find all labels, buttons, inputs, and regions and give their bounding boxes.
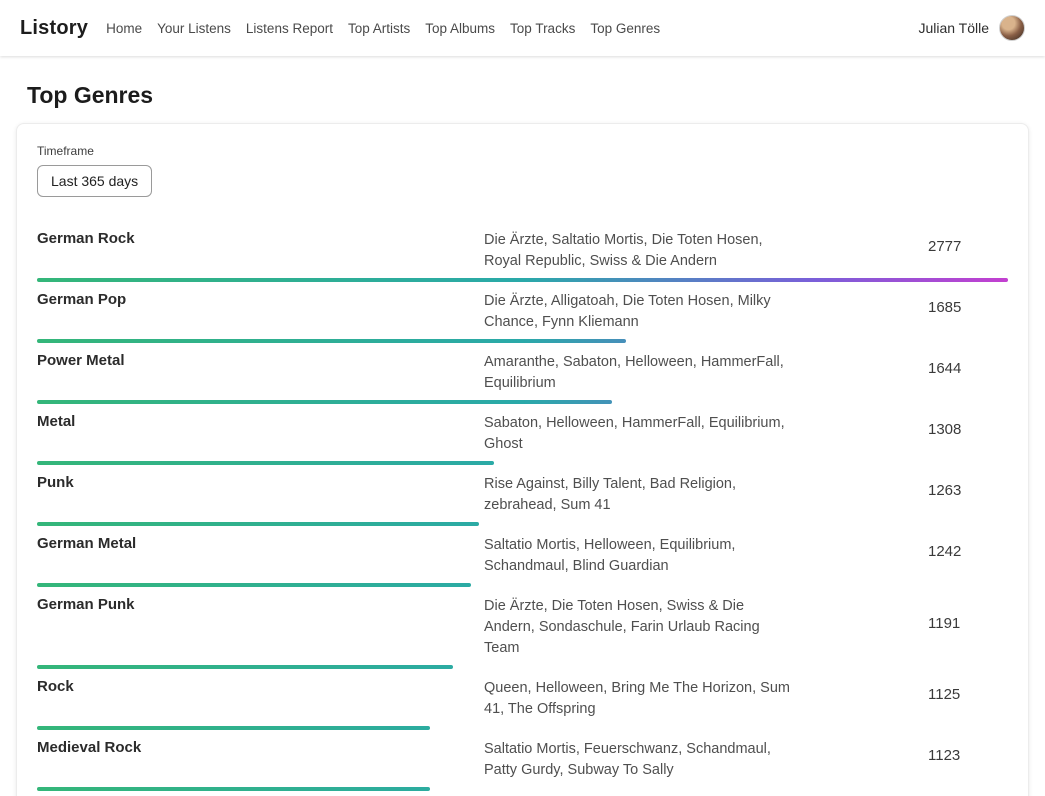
genre-count: 1191 — [928, 615, 1008, 632]
genre-count: 1242 — [928, 543, 1008, 560]
nav-item-top-artists[interactable]: Top Artists — [348, 21, 410, 36]
timeframe-label: Timeframe — [37, 144, 1008, 158]
top-nav: Listory Home Your Listens Listens Report To… — [0, 0, 1045, 56]
user-avatar[interactable] — [999, 15, 1025, 41]
genre-count: 1308 — [928, 421, 1008, 438]
genre-artists: Unleash The Archers, Helloween, HammerFa… — [484, 791, 796, 796]
top-genres-card: Timeframe Last 365 days German RockDie Ä… — [16, 123, 1029, 796]
genre-name: Metal — [37, 404, 484, 455]
main-nav: Home Your Listens Listens Report Top Artist… — [106, 21, 660, 36]
genre-count: 1123 — [928, 747, 1008, 764]
genre-count: 1685 — [928, 299, 1008, 316]
timeframe-group: Timeframe Last 365 days — [37, 144, 1008, 197]
nav-right: Julian Tölle — [918, 15, 1025, 41]
genre-artists: Saltatio Mortis, Helloween, Equilibrium,… — [484, 526, 796, 577]
genre-name: Medieval Rock — [37, 730, 484, 781]
genre-artists: Saltatio Mortis, Feuerschwanz, Schandmau… — [484, 730, 796, 781]
table-row: MetalSabaton, Helloween, HammerFall, Equ… — [37, 404, 1008, 465]
nav-item-listens-report[interactable]: Listens Report — [246, 21, 333, 36]
timeframe-select[interactable]: Last 365 days — [37, 165, 152, 197]
genre-artists: Queen, Helloween, Bring Me The Horizon, … — [484, 669, 796, 720]
genre-artists: Rise Against, Billy Talent, Bad Religion… — [484, 465, 796, 516]
main-content: Top Genres Timeframe Last 365 days Germa… — [0, 82, 1045, 796]
genre-name: Power Metal — [37, 343, 484, 394]
nav-item-top-albums[interactable]: Top Albums — [425, 21, 495, 36]
genre-name: Rock — [37, 669, 484, 720]
genre-count: 1644 — [928, 360, 1008, 377]
genre-count: 1263 — [928, 482, 1008, 499]
table-row: Medieval RockSaltatio Mortis, Feuerschwa… — [37, 730, 1008, 791]
genre-name: Melodic Metal — [37, 791, 484, 796]
genre-artists: Amaranthe, Sabaton, Helloween, HammerFal… — [484, 343, 796, 394]
genre-name: German Pop — [37, 282, 484, 333]
nav-item-your-listens[interactable]: Your Listens — [157, 21, 231, 36]
genre-name: German Rock — [37, 221, 484, 272]
genre-artists: Die Ärzte, Alligatoah, Die Toten Hosen, … — [484, 282, 796, 333]
nav-item-home[interactable]: Home — [106, 21, 142, 36]
nav-item-top-tracks[interactable]: Top Tracks — [510, 21, 575, 36]
genre-artists: Die Ärzte, Saltatio Mortis, Die Toten Ho… — [484, 221, 796, 272]
table-row: German PopDie Ärzte, Alligatoah, Die Tot… — [37, 282, 1008, 343]
table-row: German RockDie Ärzte, Saltatio Mortis, D… — [37, 221, 1008, 282]
genre-artists: Sabaton, Helloween, HammerFall, Equilibr… — [484, 404, 796, 455]
table-row: Melodic MetalUnleash The Archers, Hellow… — [37, 791, 1008, 796]
genre-count: 2777 — [928, 238, 1008, 255]
page-title: Top Genres — [27, 82, 1029, 109]
table-row: RockQueen, Helloween, Bring Me The Horiz… — [37, 669, 1008, 730]
genre-artists: Die Ärzte, Die Toten Hosen, Swiss & Die … — [484, 587, 796, 659]
table-row: German PunkDie Ärzte, Die Toten Hosen, S… — [37, 587, 1008, 669]
nav-item-top-genres[interactable]: Top Genres — [590, 21, 660, 36]
genre-name: German Punk — [37, 587, 484, 659]
user-name[interactable]: Julian Tölle — [918, 20, 989, 36]
genre-name: German Metal — [37, 526, 484, 577]
genre-name: Punk — [37, 465, 484, 516]
brand-logo[interactable]: Listory — [20, 17, 88, 40]
table-row: Power MetalAmaranthe, Sabaton, Helloween… — [37, 343, 1008, 404]
table-row: PunkRise Against, Billy Talent, Bad Reli… — [37, 465, 1008, 526]
genres-table: German RockDie Ärzte, Saltatio Mortis, D… — [37, 221, 1008, 796]
genre-count: 1125 — [928, 686, 1008, 703]
table-row: German MetalSaltatio Mortis, Helloween, … — [37, 526, 1008, 587]
